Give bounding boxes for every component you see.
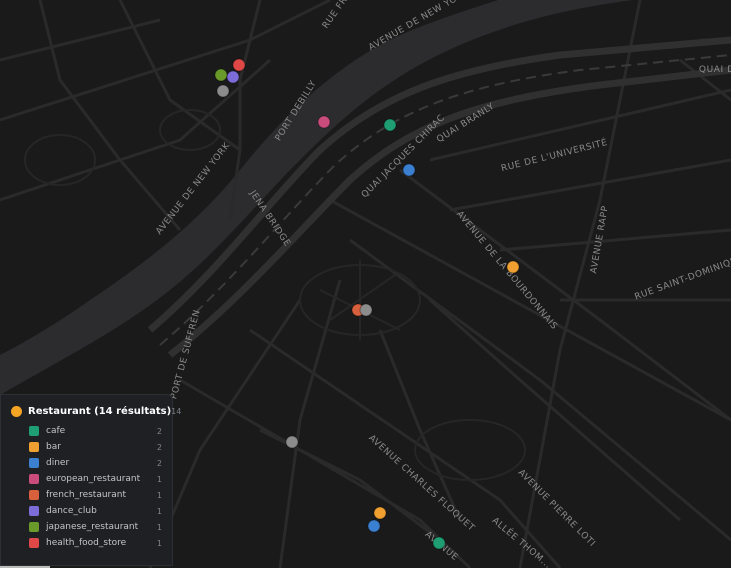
legend-item-european-restaurant[interactable]: european_restaurant 1 <box>11 471 162 487</box>
legend-item-label: cafe <box>46 426 66 436</box>
poi-marker-japanese-restaurant[interactable] <box>214 68 228 82</box>
legend-item-count: 1 <box>156 506 162 516</box>
poi-marker-diner[interactable] <box>402 163 416 177</box>
restaurant-category-dot-icon <box>11 405 22 417</box>
legend-swatch <box>29 522 39 532</box>
poi-marker-diner[interactable] <box>367 519 381 533</box>
legend-title: Restaurant (14 résultats) <box>28 405 172 417</box>
legend-swatch <box>29 426 39 436</box>
legend-item-dance-club[interactable]: dance_club 1 <box>11 503 162 519</box>
poi-marker-health-food-store[interactable] <box>232 58 246 72</box>
legend-item-diner[interactable]: diner 2 <box>11 455 162 471</box>
legend-item-bar[interactable]: bar 2 <box>11 439 162 455</box>
legend-swatch <box>29 506 39 516</box>
legend-item-count: 2 <box>156 426 162 436</box>
legend-swatch <box>29 474 39 484</box>
poi-marker-bar[interactable] <box>506 260 520 274</box>
legend-item-health-food-store[interactable]: health_food_store 1 <box>11 535 162 551</box>
legend-header[interactable]: Restaurant (14 résultats) 14 <box>11 403 181 419</box>
legend-item-label: european_restaurant <box>46 474 141 484</box>
legend-item-count: 2 <box>156 458 162 468</box>
poi-marker-other[interactable] <box>285 435 299 449</box>
legend-item-count: 2 <box>156 442 162 452</box>
legend-list: cafe 2 bar 2 diner 2 european_restaurant 1 frenc… <box>11 423 162 551</box>
legend-item-label: health_food_store <box>46 538 127 548</box>
poi-marker-cafe[interactable] <box>432 536 446 550</box>
legend-item-label: diner <box>46 458 70 468</box>
poi-marker-dance-club[interactable] <box>226 70 240 84</box>
legend-swatch <box>29 490 39 500</box>
legend-total-count: 14 <box>171 406 182 416</box>
legend-item-cafe[interactable]: cafe 2 <box>11 423 162 439</box>
poi-marker-cafe[interactable] <box>383 118 397 132</box>
legend-item-count: 1 <box>156 474 162 484</box>
legend-panel: Restaurant (14 résultats) 14 cafe 2 bar 2 di… <box>0 394 181 566</box>
legend-swatch <box>29 442 39 452</box>
poi-marker-other[interactable] <box>216 84 230 98</box>
poi-marker-bar[interactable] <box>373 506 387 520</box>
legend-item-label: dance_club <box>46 506 97 516</box>
legend-item-count: 1 <box>156 538 162 548</box>
street-label: QUAI DE <box>699 65 731 75</box>
poi-marker-other[interactable] <box>359 303 373 317</box>
legend-swatch <box>29 458 39 468</box>
legend-item-japanese-restaurant[interactable]: japanese_restaurant 1 <box>11 519 162 535</box>
legend-item-count: 1 <box>156 490 162 500</box>
legend-item-label: japanese_restaurant <box>46 522 139 532</box>
legend-item-label: bar <box>46 442 61 452</box>
legend-item-label: french_restaurant <box>46 490 126 500</box>
legend-item-count: 1 <box>156 522 162 532</box>
legend-item-french-restaurant[interactable]: french_restaurant 1 <box>11 487 162 503</box>
legend-swatch <box>29 538 39 548</box>
poi-marker-european-restaurant[interactable] <box>317 115 331 129</box>
